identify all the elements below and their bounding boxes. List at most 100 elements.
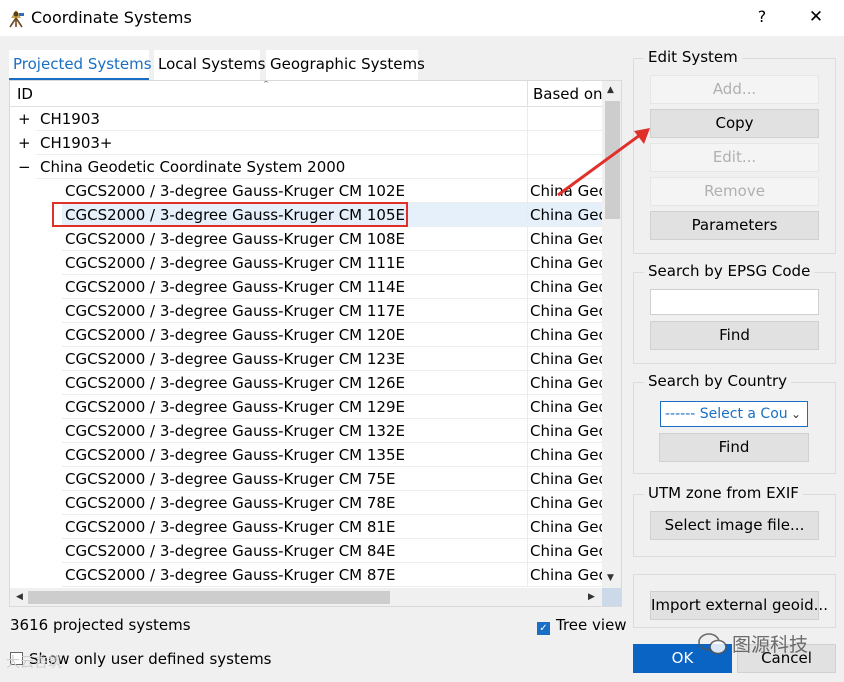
expand-icon[interactable]: +: [18, 107, 31, 131]
close-button[interactable]: ✕: [806, 6, 826, 28]
tree-row[interactable]: CGCS2000 / 3-degree Gauss-Kruger CM 132E…: [10, 419, 602, 443]
tree-row[interactable]: + CH1903+: [10, 131, 602, 155]
tree-row-based-on: China Geo: [530, 518, 602, 536]
tree-rows: + CH1903 + CH1903+ − China Geodetic Coordinat…: [10, 107, 602, 587]
horizontal-scrollbar[interactable]: ◀ ▶: [10, 588, 602, 606]
search-epsg-title: Search by EPSG Code: [644, 262, 815, 280]
import-geoid-button[interactable]: Import external geoid...: [650, 591, 828, 620]
tree-row-label: CGCS2000 / 3-degree Gauss-Kruger CM 117E: [65, 302, 405, 320]
column-gridline: [527, 515, 528, 539]
checkbox-checked-icon[interactable]: ✓: [537, 622, 550, 635]
tree-row[interactable]: CGCS2000 / 3-degree Gauss-Kruger CM 102E…: [10, 179, 602, 203]
tree-row[interactable]: CGCS2000 / 3-degree Gauss-Kruger CM 126E…: [10, 371, 602, 395]
help-button[interactable]: ?: [752, 6, 772, 28]
find-country-label: Find: [718, 438, 750, 456]
epsg-code-input[interactable]: [650, 289, 819, 315]
parameters-button[interactable]: Parameters: [650, 211, 819, 240]
remove-button-label: Remove: [704, 182, 765, 200]
wechat-icon: [698, 633, 727, 655]
tree-row[interactable]: CGCS2000 / 3-degree Gauss-Kruger CM 117E…: [10, 299, 602, 323]
expand-icon[interactable]: +: [18, 131, 31, 155]
column-gridline: [527, 395, 528, 419]
tree-header: ID ˆ Based on: [10, 80, 603, 107]
tree-row-label: CGCS2000 / 3-degree Gauss-Kruger CM 87E: [65, 566, 396, 584]
ok-button-label: OK: [671, 649, 694, 667]
vertical-scrollbar[interactable]: ▲ ▼: [602, 81, 621, 588]
tab-geographic-systems[interactable]: Geographic Systems: [266, 50, 425, 80]
user-defined-only-label: Show only user defined systems: [29, 650, 272, 668]
find-epsg-label: Find: [719, 326, 750, 344]
scroll-up-icon[interactable]: ▲: [607, 85, 614, 95]
tree-row[interactable]: CGCS2000 / 3-degree Gauss-Kruger CM 84E C…: [10, 539, 602, 563]
main-panel: Projected Systems Local Systems Geograph…: [0, 36, 630, 682]
vertical-scroll-thumb[interactable]: [605, 101, 620, 219]
tree-row[interactable]: CGCS2000 / 3-degree Gauss-Kruger CM 120E…: [10, 323, 602, 347]
column-gridline: [527, 227, 528, 251]
tree-row[interactable]: CGCS2000 / 3-degree Gauss-Kruger CM 108E…: [10, 227, 602, 251]
tree-row[interactable]: CGCS2000 / 3-degree Gauss-Kruger CM 135E…: [10, 443, 602, 467]
tree-row-label: CGCS2000 / 3-degree Gauss-Kruger CM 108E: [65, 230, 405, 248]
tree-row-label: CGCS2000 / 3-degree Gauss-Kruger CM 114E: [65, 278, 405, 296]
column-gridline: [527, 275, 528, 299]
tree-row-based-on: China Geo: [530, 326, 602, 344]
column-gridline: [527, 179, 528, 203]
tree-row[interactable]: + CH1903: [10, 107, 602, 131]
tree-row[interactable]: CGCS2000 / 3-degree Gauss-Kruger CM 81E C…: [10, 515, 602, 539]
tree-row-label: CGCS2000 / 3-degree Gauss-Kruger CM 129E: [65, 398, 405, 416]
copy-button[interactable]: Copy: [650, 109, 819, 138]
tree-row[interactable]: CGCS2000 / 3-degree Gauss-Kruger CM 114E…: [10, 275, 602, 299]
column-header-id[interactable]: ID: [17, 85, 33, 103]
tree-row-label: CGCS2000 / 3-degree Gauss-Kruger CM 81E: [65, 518, 396, 536]
column-gridline: [527, 467, 528, 491]
tree-row[interactable]: CGCS2000 / 3-degree Gauss-Kruger CM 129E…: [10, 395, 602, 419]
tree-row[interactable]: CGCS2000 / 3-degree Gauss-Kruger CM 111E…: [10, 251, 602, 275]
chevron-down-icon[interactable]: ⌄: [789, 402, 803, 426]
surveyor-icon: [9, 10, 24, 28]
title-bar: Coordinate Systems ? ✕: [0, 0, 844, 36]
sort-ascending-icon: ˆ: [263, 80, 269, 93]
tab-local-systems[interactable]: Local Systems: [154, 50, 265, 80]
find-epsg-button[interactable]: Find: [650, 321, 819, 350]
tree-view-label: Tree view: [556, 616, 627, 634]
tree-row[interactable]: CGCS2000 / 3-degree Gauss-Kruger CM 87E C…: [10, 563, 602, 587]
tree-row[interactable]: CGCS2000 / 3-degree Gauss-Kruger CM 75E C…: [10, 467, 602, 491]
scroll-left-icon[interactable]: ◀: [16, 592, 23, 602]
tree-row-label: CGCS2000 / 3-degree Gauss-Kruger CM 78E: [65, 494, 396, 512]
column-gridline: [527, 107, 528, 131]
coordinate-system-tree[interactable]: ID ˆ Based on + CH1903 + CH1903+ − China Geod…: [9, 80, 622, 607]
tree-row[interactable]: − China Geodetic Coordinate System 2000: [10, 155, 602, 179]
scroll-right-icon[interactable]: ▶: [588, 592, 595, 602]
tree-row[interactable]: CGCS2000 / 3-degree Gauss-Kruger CM 78E C…: [10, 491, 602, 515]
tree-row[interactable]: CGCS2000 / 3-degree Gauss-Kruger CM 123E…: [10, 347, 602, 371]
column-gridline: [527, 443, 528, 467]
tree-row-label: CGCS2000 / 3-degree Gauss-Kruger CM 132E: [65, 422, 405, 440]
highlight-annotation: [52, 202, 408, 227]
watermark: 图源科技: [698, 630, 808, 657]
column-gridline: [527, 299, 528, 323]
tab-projected-systems[interactable]: Projected Systems: [9, 50, 152, 80]
column-header-based-on[interactable]: Based on: [533, 85, 603, 103]
system-count-label: 3616 projected systems: [10, 616, 191, 634]
column-divider[interactable]: [527, 81, 528, 107]
tab-label: Projected Systems: [13, 55, 152, 73]
tree-row-label: CGCS2000 / 3-degree Gauss-Kruger CM 126E: [65, 374, 405, 392]
select-image-file-button[interactable]: Select image file...: [650, 511, 819, 540]
remove-button[interactable]: Remove: [650, 177, 819, 206]
horizontal-scroll-thumb[interactable]: [28, 591, 390, 604]
country-select[interactable]: ------ Select a Cou ⌄: [660, 401, 808, 427]
find-country-button[interactable]: Find: [659, 433, 809, 462]
tree-row-based-on: China Geo: [530, 350, 602, 368]
scroll-down-icon[interactable]: ▼: [607, 573, 614, 583]
tree-row-label: CGCS2000 / 3-degree Gauss-Kruger CM 135E: [65, 446, 405, 464]
utm-exif-group: UTM zone from EXIF Select image file...: [633, 484, 836, 557]
tree-row-based-on: China Geo: [530, 230, 602, 248]
tree-row-based-on: China Geo: [530, 566, 602, 584]
add-button[interactable]: Add...: [650, 75, 819, 104]
edit-button[interactable]: Edit...: [650, 143, 819, 172]
edit-system-title: Edit System: [644, 48, 742, 66]
collapse-icon[interactable]: −: [18, 155, 31, 179]
tree-row-based-on: China Geo: [530, 182, 602, 200]
tree-row-label: CGCS2000 / 3-degree Gauss-Kruger CM 120E: [65, 326, 405, 344]
tree-row-label: CGCS2000 / 3-degree Gauss-Kruger CM 75E: [65, 470, 396, 488]
tree-view-checkbox[interactable]: ✓ Tree view: [537, 616, 627, 635]
